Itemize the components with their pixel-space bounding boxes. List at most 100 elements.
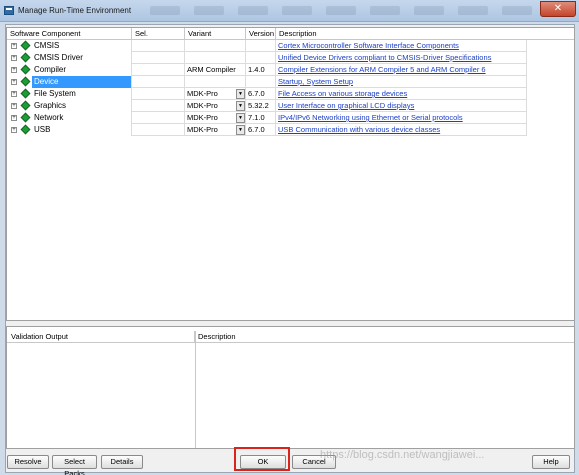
component-name-cell[interactable]: + Device bbox=[7, 76, 132, 88]
description-link[interactable]: Compiler Extensions for ARM Compiler 5 a… bbox=[278, 65, 486, 74]
sel-cell[interactable] bbox=[132, 100, 185, 112]
component-row[interactable]: + Network MDK-Pro ▼ 7.1.0 IPv4/IPv6 Networkin… bbox=[7, 112, 527, 124]
component-row[interactable]: + Graphics MDK-Pro ▼ 5.32.2 User Interface on… bbox=[7, 100, 527, 112]
variant-cell[interactable]: MDK-Pro ▼ bbox=[185, 100, 246, 112]
column-header-variant[interactable]: Variant bbox=[185, 28, 246, 40]
version-cell: 7.1.0 bbox=[246, 112, 276, 124]
variant-value: MDK-Pro bbox=[187, 125, 218, 134]
column-header-version[interactable]: Version bbox=[246, 28, 276, 40]
expand-icon[interactable]: + bbox=[11, 55, 17, 61]
sel-cell[interactable] bbox=[132, 40, 185, 52]
variant-cell[interactable]: MDK-Pro ▼ bbox=[185, 112, 246, 124]
component-name: File System bbox=[34, 89, 76, 98]
description-cell[interactable]: Compiler Extensions for ARM Compiler 5 a… bbox=[276, 64, 527, 76]
component-name-cell[interactable]: + Compiler bbox=[7, 64, 132, 76]
sel-cell[interactable] bbox=[132, 64, 185, 76]
component-name-cell[interactable]: + Graphics bbox=[7, 100, 132, 112]
component-row[interactable]: + Compiler ARM Compiler 1.4.0 Compiler Exten… bbox=[7, 64, 527, 76]
component-gem-icon bbox=[20, 88, 31, 99]
component-name: USB bbox=[34, 125, 51, 134]
variant-cell[interactable] bbox=[185, 52, 246, 64]
sel-cell[interactable] bbox=[132, 52, 185, 64]
description-cell[interactable]: User Interface on graphical LCD displays bbox=[276, 100, 527, 112]
component-name: CMSIS Driver bbox=[34, 53, 83, 62]
blurred-title-area bbox=[150, 6, 532, 16]
help-button[interactable]: Help bbox=[532, 455, 570, 469]
expand-icon[interactable]: + bbox=[11, 91, 17, 97]
validation-pane bbox=[6, 326, 575, 449]
component-name-cell[interactable]: + CMSIS Driver bbox=[7, 52, 132, 64]
description-link[interactable]: User Interface on graphical LCD displays bbox=[278, 101, 414, 110]
details-button[interactable]: Details bbox=[101, 455, 143, 469]
description-cell[interactable]: USB Communication with various device cl… bbox=[276, 124, 527, 136]
close-button[interactable]: ✕ bbox=[540, 1, 576, 17]
component-row[interactable]: + USB MDK-Pro ▼ 6.7.0 USB Communication with … bbox=[7, 124, 527, 136]
sel-cell[interactable] bbox=[132, 112, 185, 124]
component-row[interactable]: + File System MDK-Pro ▼ 6.7.0 File Access on … bbox=[7, 88, 527, 100]
ok-button-highlight bbox=[234, 447, 290, 471]
description-link[interactable]: File Access on various storage devices bbox=[278, 89, 407, 98]
validation-output-header: Validation Output bbox=[7, 331, 195, 343]
window-title: Manage Run-Time Environment bbox=[18, 6, 132, 15]
version-cell bbox=[246, 76, 276, 88]
variant-cell[interactable]: MDK-Pro ▼ bbox=[185, 88, 246, 100]
select-packs-button[interactable]: Select Packs bbox=[52, 455, 97, 475]
resolve-button[interactable]: Resolve bbox=[7, 455, 49, 469]
column-header-sel[interactable]: Sel. bbox=[132, 28, 185, 40]
variant-cell[interactable] bbox=[185, 76, 246, 88]
expand-icon[interactable]: + bbox=[11, 127, 17, 133]
version-cell: 5.32.2 bbox=[246, 100, 276, 112]
description-cell[interactable]: Unified Device Drivers compliant to CMSI… bbox=[276, 52, 527, 64]
expand-icon[interactable]: + bbox=[11, 103, 17, 109]
component-name: Graphics bbox=[34, 101, 67, 110]
description-cell[interactable]: Cortex Microcontroller Software Interfac… bbox=[276, 40, 527, 52]
variant-dropdown-icon[interactable]: ▼ bbox=[236, 125, 245, 135]
sel-cell[interactable] bbox=[132, 88, 185, 100]
description-link[interactable]: Cortex Microcontroller Software Interfac… bbox=[278, 41, 459, 50]
component-gem-icon bbox=[20, 112, 31, 123]
component-row[interactable]: + CMSIS Cortex Microcontroller Software In… bbox=[7, 40, 527, 52]
sel-cell[interactable] bbox=[132, 76, 185, 88]
expand-icon[interactable]: + bbox=[11, 43, 17, 49]
component-gem-icon bbox=[20, 52, 31, 63]
variant-dropdown-icon[interactable]: ▼ bbox=[236, 89, 245, 99]
component-name-cell[interactable]: + CMSIS bbox=[7, 40, 132, 52]
version-cell bbox=[246, 52, 276, 64]
description-cell[interactable]: IPv4/IPv6 Networking using Ethernet or S… bbox=[276, 112, 527, 124]
pane-divider[interactable] bbox=[195, 331, 196, 448]
component-name-cell[interactable]: + USB bbox=[7, 124, 132, 136]
sel-cell[interactable] bbox=[132, 124, 185, 136]
component-name-cell[interactable]: + Network bbox=[7, 112, 132, 124]
variant-dropdown-icon[interactable]: ▼ bbox=[236, 113, 245, 123]
expand-icon[interactable]: + bbox=[11, 79, 17, 85]
variant-cell[interactable] bbox=[185, 40, 246, 52]
expand-icon[interactable]: + bbox=[11, 67, 17, 73]
watermark: https://blog.csdn.net/wangjiawei... bbox=[320, 449, 485, 461]
column-header-description[interactable]: Description bbox=[276, 28, 574, 40]
component-name: Network bbox=[34, 113, 64, 122]
component-name: Device bbox=[32, 76, 131, 88]
component-name-cell[interactable]: + File System bbox=[7, 88, 132, 100]
description-link[interactable]: USB Communication with various device cl… bbox=[278, 125, 440, 134]
component-row[interactable]: + CMSIS Driver Unified Device Drivers comp… bbox=[7, 52, 527, 64]
description-cell[interactable]: Startup, System Setup bbox=[276, 76, 527, 88]
variant-value: MDK-Pro bbox=[187, 101, 218, 110]
component-gem-icon bbox=[20, 124, 31, 135]
expand-icon[interactable]: + bbox=[11, 115, 17, 121]
description-link[interactable]: Startup, System Setup bbox=[278, 77, 353, 86]
app-icon bbox=[4, 6, 14, 15]
component-gem-icon bbox=[20, 40, 31, 51]
variant-value: MDK-Pro bbox=[187, 89, 218, 98]
validation-description-header: Description bbox=[195, 331, 574, 343]
component-row[interactable]: + Device Startup, System Setup bbox=[7, 76, 527, 88]
component-name: CMSIS bbox=[34, 41, 60, 50]
column-header-component[interactable]: Software Component bbox=[7, 28, 132, 40]
version-cell: 1.4.0 bbox=[246, 64, 276, 76]
description-link[interactable]: Unified Device Drivers compliant to CMSI… bbox=[278, 53, 491, 62]
variant-cell[interactable]: MDK-Pro ▼ bbox=[185, 124, 246, 136]
description-link[interactable]: IPv4/IPv6 Networking using Ethernet or S… bbox=[278, 113, 463, 122]
variant-dropdown-icon[interactable]: ▼ bbox=[236, 101, 245, 111]
component-gem-icon bbox=[20, 100, 31, 111]
description-cell[interactable]: File Access on various storage devices bbox=[276, 88, 527, 100]
variant-cell[interactable]: ARM Compiler bbox=[185, 64, 246, 76]
